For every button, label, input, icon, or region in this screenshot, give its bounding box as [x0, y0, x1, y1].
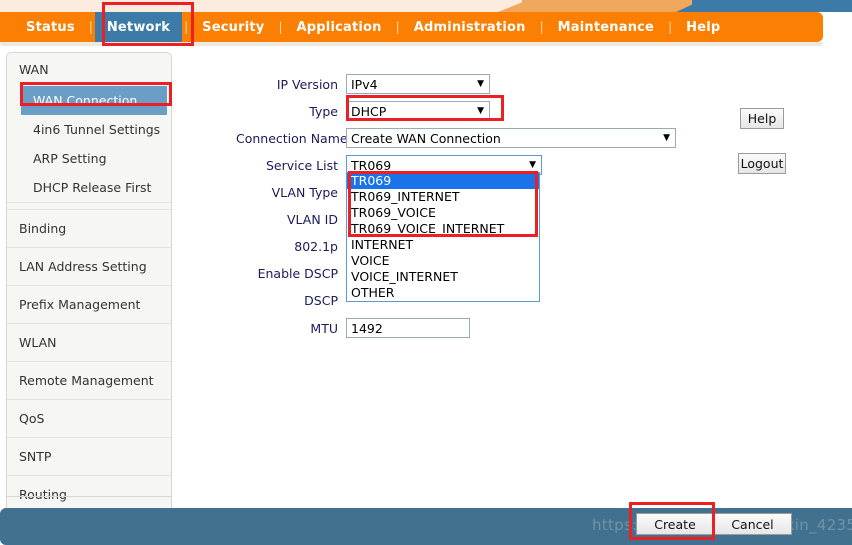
sidebar-bottom-rule — [6, 496, 172, 497]
router-admin-page: Status | Network | Security | Application | Admi… — [0, 0, 852, 545]
main-navbar: Status | Network | Security | Application | Admi… — [0, 12, 823, 42]
dropdown-option-internet[interactable]: INTERNET — [347, 237, 539, 253]
label-vlan-id: VLAN ID — [287, 211, 338, 227]
nav-item-maintenance[interactable]: Maintenance — [546, 12, 666, 42]
row-ip-version: IP Version IPv4 ▼ — [236, 72, 706, 96]
select-service-list-value: TR069 — [351, 157, 392, 173]
row-connection-name: Connection Name Create WAN Connection ▼ — [236, 126, 706, 150]
dropdown-option-other[interactable]: OTHER — [347, 285, 539, 301]
sidebar-item-qos[interactable]: QoS — [7, 399, 171, 437]
footer-buttons: Create Cancel — [636, 513, 792, 535]
label-ip-version: IP Version — [276, 76, 338, 92]
navbar-underline — [0, 42, 823, 46]
banner-orange-slope — [498, 0, 528, 12]
service-list-dropdown[interactable]: TR069 TR069_INTERNET TR069_VOICE TR069_VOIC… — [346, 172, 540, 302]
dropdown-option-voice_internet[interactable]: VOICE_INTERNET — [347, 269, 539, 285]
chevron-down-icon: ▼ — [663, 132, 670, 143]
banner-blue-slope — [676, 0, 702, 12]
sidebar-item-arp-setting[interactable]: ARP Setting — [7, 144, 171, 173]
sidebar: WAN WAN Connection 4in6 Tunnel Settings AR… — [6, 52, 172, 514]
select-connection-name[interactable]: Create WAN Connection ▼ — [346, 128, 676, 148]
sidebar-item-4in6-tunnel-settings[interactable]: 4in6 Tunnel Settings — [7, 115, 171, 144]
select-ip-version[interactable]: IPv4 ▼ — [346, 74, 490, 94]
sidebar-item-remote-management[interactable]: Remote Management — [7, 361, 171, 399]
cancel-button[interactable]: Cancel — [714, 513, 792, 535]
chevron-down-icon: ▼ — [477, 78, 484, 89]
nav-separator: | — [278, 20, 283, 34]
label-802-1p: 802.1p — [294, 238, 338, 254]
nav-separator: | — [395, 20, 400, 34]
sidebar-item-wlan[interactable]: WLAN — [7, 323, 171, 361]
sidebar-item-lan-address-setting[interactable]: LAN Address Setting — [7, 247, 171, 285]
input-mtu-value: 1492 — [351, 320, 383, 336]
dropdown-option-tr069[interactable]: TR069 — [347, 173, 539, 189]
label-dscp: DSCP — [304, 292, 338, 308]
label-service-list: Service List — [265, 157, 338, 173]
select-ip-version-value: IPv4 — [351, 76, 378, 92]
banner-orange-shape — [522, 0, 702, 12]
label-vlan-type: VLAN Type — [271, 184, 338, 200]
nav-separator: | — [88, 20, 93, 34]
help-button[interactable]: Help — [740, 108, 784, 129]
label-mtu: MTU — [310, 320, 338, 336]
input-mtu[interactable]: 1492 — [346, 318, 470, 338]
chevron-down-icon: ▼ — [529, 159, 536, 170]
sidebar-item-sntp[interactable]: SNTP — [7, 437, 171, 475]
create-button[interactable]: Create — [636, 513, 714, 535]
label-type: Type — [309, 103, 338, 119]
nav-item-application[interactable]: Application — [285, 12, 394, 42]
sidebar-item-prefix-management[interactable]: Prefix Management — [7, 285, 171, 323]
nav-item-status[interactable]: Status — [0, 12, 87, 42]
nav-item-network[interactable]: Network — [94, 12, 183, 42]
dropdown-option-tr069_voice_internet[interactable]: TR069_VOICE_INTERNET — [347, 221, 539, 237]
nav-separator: | — [539, 20, 544, 34]
dropdown-option-voice[interactable]: VOICE — [347, 253, 539, 269]
sidebar-item-dhcp-release-first[interactable]: DHCP Release First — [7, 173, 171, 202]
nav-item-help[interactable]: Help — [674, 12, 732, 42]
label-enable-dscp: Enable DSCP — [257, 265, 338, 281]
sidebar-divider — [7, 202, 171, 209]
sidebar-item-wan-connection[interactable]: WAN Connection — [21, 86, 167, 115]
dropdown-option-tr069_internet[interactable]: TR069_INTERNET — [347, 189, 539, 205]
row-type: Type DHCP ▼ — [236, 99, 706, 123]
row-mtu: MTU 1492 — [236, 316, 706, 340]
chevron-down-icon: ▼ — [477, 105, 484, 116]
nav-separator: | — [668, 20, 673, 34]
top-banner — [0, 0, 852, 12]
nav-separator: | — [184, 20, 189, 34]
sidebar-group-wan: WAN — [19, 62, 49, 77]
logout-button[interactable]: Logout — [738, 153, 786, 174]
nav-item-administration[interactable]: Administration — [402, 12, 538, 42]
banner-blue-shape — [692, 0, 852, 12]
label-connection-name: Connection Name — [236, 130, 348, 146]
dropdown-option-tr069_voice[interactable]: TR069_VOICE — [347, 205, 539, 221]
nav-item-security[interactable]: Security — [190, 12, 276, 42]
select-connection-name-value: Create WAN Connection — [351, 130, 501, 146]
select-type[interactable]: DHCP ▼ — [346, 101, 490, 121]
select-type-value: DHCP — [351, 103, 387, 119]
sidebar-item-binding[interactable]: Binding — [7, 209, 171, 247]
